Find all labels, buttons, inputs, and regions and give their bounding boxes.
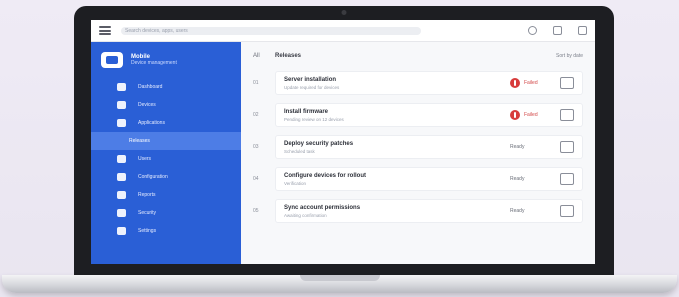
laptop-base: [2, 275, 677, 293]
app-logo-icon: [101, 52, 123, 68]
sidebar-item-applications[interactable]: Applications: [91, 114, 241, 132]
notifications-icon[interactable]: [553, 26, 562, 35]
sidebar-item-label: Configuration: [138, 174, 168, 180]
laptop-notch: [299, 275, 380, 281]
users-icon: [117, 155, 126, 163]
release-subtitle: Pending review on 12 devices: [284, 116, 344, 122]
row-checkbox[interactable]: [560, 205, 574, 217]
back-button[interactable]: All: [253, 53, 275, 59]
list-item: 03 Deploy security patches Scheduled task…: [253, 134, 583, 160]
report-icon: [117, 191, 126, 199]
brand: Mobile Device management: [91, 42, 241, 74]
release-name: Sync account permissions: [284, 204, 361, 211]
sidebar-item-label: Applications: [138, 120, 165, 126]
grid-icon: [117, 83, 126, 91]
top-bar: Search devices, apps, users: [91, 20, 595, 42]
status-text: Ready: [510, 208, 525, 214]
list-item: 02 Install firmware Pending review on 12 …: [253, 102, 583, 128]
brand-subtitle: Device management: [131, 60, 177, 66]
sort-dropdown[interactable]: Sort by date: [556, 53, 583, 59]
status-badge: Ready: [510, 208, 554, 214]
status-badge: Failed: [510, 78, 554, 88]
row-checkbox[interactable]: [560, 141, 574, 153]
release-name: Install firmware: [284, 108, 329, 115]
sidebar-item-label: Users: [138, 156, 152, 162]
status-badge: Ready: [510, 176, 554, 182]
alert-icon: [510, 110, 520, 120]
release-name: Server installation: [284, 76, 337, 83]
search-icon[interactable]: [528, 26, 537, 35]
sidebar-item-label: Settings: [138, 228, 157, 234]
sidebar-nav: Dashboard Devices Applications Releases …: [91, 78, 241, 240]
release-name: Deploy security patches: [284, 140, 354, 147]
list-item: 04 Configure devices for rollout Verifica…: [253, 166, 583, 192]
sidebar-item-dashboard[interactable]: Dashboard: [91, 78, 241, 96]
sidebar-item-label: Reports: [138, 192, 156, 198]
sidebar-item-label: Dashboard: [138, 84, 163, 90]
camera-icon: [341, 10, 347, 15]
sidebar-item-security[interactable]: Security: [91, 204, 241, 222]
sidebar: Mobile Device management Dashboard Devic…: [91, 42, 241, 264]
status-badge: Failed: [510, 110, 554, 120]
release-subtitle: Scheduled task: [284, 148, 315, 154]
sidebar-item-configuration[interactable]: Configuration: [91, 168, 241, 186]
row-checkbox[interactable]: [560, 77, 574, 89]
release-card[interactable]: Install firmware Pending review on 12 dev…: [275, 103, 583, 127]
hamburger-menu-icon[interactable]: [99, 26, 111, 35]
alert-icon: [510, 78, 520, 88]
row-checkbox[interactable]: [560, 173, 574, 185]
sidebar-item-label: Security: [138, 210, 157, 216]
sidebar-item-label: Releases: [129, 138, 150, 144]
sidebar-item-devices[interactable]: Devices: [91, 96, 241, 114]
list-item: 05 Sync account permissions Awaiting conf…: [253, 198, 583, 224]
apps-icon: [117, 119, 126, 127]
row-number: 03: [253, 144, 259, 150]
page-title: Releases: [275, 53, 302, 59]
sidebar-item-settings[interactable]: Settings: [91, 222, 241, 240]
phone-icon: [117, 101, 126, 109]
app-window: Search devices, apps, users Mobile Devic…: [91, 20, 595, 264]
sidebar-item-users[interactable]: Users: [91, 150, 241, 168]
row-checkbox[interactable]: [560, 109, 574, 121]
row-number: 04: [253, 176, 259, 182]
status-text: Failed: [524, 112, 538, 118]
sidebar-item-label: Devices: [138, 102, 156, 108]
release-name: Configure devices for rollout: [284, 172, 367, 179]
main-content: All Releases Sort by date 01 Server inst…: [241, 42, 595, 264]
release-card[interactable]: Sync account permissions Awaiting confirm…: [275, 199, 583, 223]
row-number: 02: [253, 112, 259, 118]
release-card[interactable]: Configure devices for rollout Verificatio…: [275, 167, 583, 191]
sidebar-item-releases[interactable]: Releases: [91, 132, 241, 150]
config-icon: [117, 173, 126, 181]
release-subtitle: Verification: [284, 180, 307, 186]
release-subtitle: Update required for devices: [284, 84, 340, 90]
release-card[interactable]: Deploy security patches Scheduled task Re…: [275, 135, 583, 159]
status-badge: Ready: [510, 144, 554, 150]
row-number: 05: [253, 208, 259, 214]
release-card[interactable]: Server installation Update required for d…: [275, 71, 583, 95]
row-number: 01: [253, 80, 259, 86]
status-text: Failed: [524, 80, 538, 86]
sidebar-item-reports[interactable]: Reports: [91, 186, 241, 204]
gear-icon: [117, 227, 126, 235]
status-text: Ready: [510, 144, 525, 150]
shield-icon: [117, 209, 126, 217]
search-input[interactable]: Search devices, apps, users: [121, 26, 421, 35]
list-item: 01 Server installation Update required fo…: [253, 70, 583, 96]
content-header: All Releases Sort by date: [253, 48, 583, 64]
release-subtitle: Awaiting confirmation: [284, 212, 327, 218]
status-text: Ready: [510, 176, 525, 182]
gear-icon[interactable]: [578, 26, 587, 35]
